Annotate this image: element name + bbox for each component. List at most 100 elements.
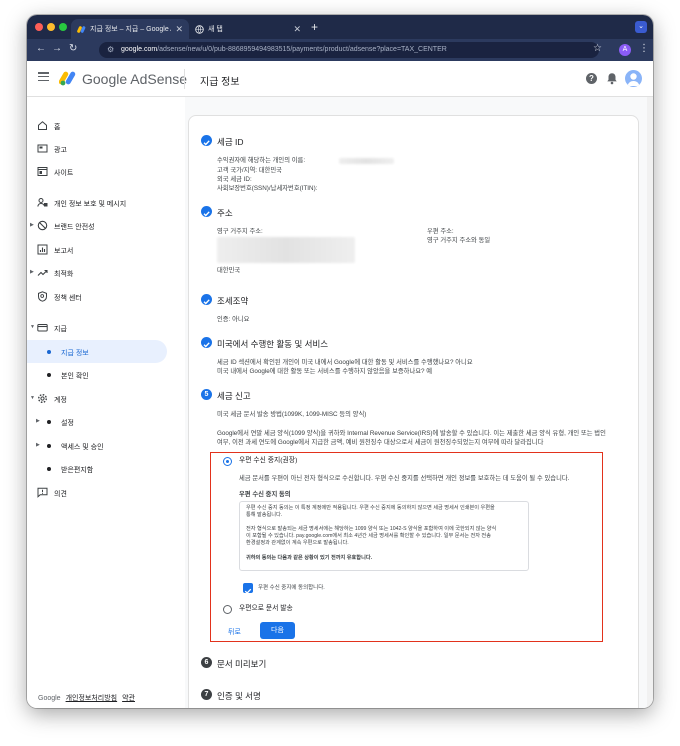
consent-checkbox-label[interactable]: 우편 수신 중지에 동의합니다.: [258, 584, 325, 593]
payee-name-label: 수익권자에 해당하는 개인의 이름:: [217, 157, 306, 164]
adsense-logo-icon: [58, 70, 77, 86]
expand-arrow-icon[interactable]: ▶: [36, 418, 40, 424]
page-title: 지급 정보: [200, 77, 240, 88]
step-number-badge: 6: [201, 657, 212, 668]
paperless-option-label[interactable]: 우편 수신 중지(권장): [239, 457, 297, 466]
sidebar-nav: 홈 광고 사이트 개인 정보 보호 및 메시지 ▶ 브랜드 안전성 보고서 ▶ …: [27, 97, 185, 708]
step-number-badge: 5: [201, 389, 212, 400]
page-scrollbar[interactable]: [647, 97, 653, 708]
site-info-icon[interactable]: ⚙: [107, 42, 114, 58]
sidebar-item-label: 사이트: [54, 170, 74, 177]
country-line: 고객 국가/지역: 대한민국: [217, 167, 282, 174]
close-tab-icon[interactable]: ✕: [175, 24, 183, 35]
sidebar-item-privacy[interactable]: 개인 정보 보호 및 메시지: [27, 191, 167, 214]
sidebar-footer: Google 개인정보처리방침 약관: [38, 693, 140, 703]
chevron-down-icon[interactable]: ⌄: [635, 21, 647, 33]
header-divider: [184, 69, 185, 89]
bullet: [47, 420, 51, 424]
consent-checkbox[interactable]: [243, 583, 253, 594]
home-icon: [37, 120, 48, 131]
sidebar-item-reports[interactable]: 보고서: [27, 238, 167, 261]
sidebar-item-home[interactable]: 홈: [27, 114, 167, 137]
block-icon: [37, 220, 48, 231]
privacy-policy-link[interactable]: 개인정보처리방침: [66, 695, 118, 702]
next-button[interactable]: 다음: [260, 622, 295, 639]
sidebar-item-account[interactable]: ▼ 계정: [27, 387, 167, 410]
new-tab-icon[interactable]: +: [311, 20, 318, 34]
sidebar-item-brand-safety[interactable]: ▶ 브랜드 안전성: [27, 214, 167, 237]
consent-paragraph: 귀하의 동의는 다음과 같은 상황이 있기 전까지 유효합니다.: [246, 555, 373, 561]
sidebar-item-label: 액세스 및 승인: [61, 444, 104, 451]
sidebar-item-label: 홈: [54, 124, 61, 131]
paperless-radio[interactable]: [223, 457, 232, 466]
collapse-arrow-icon[interactable]: ▼: [30, 324, 35, 330]
sidebar-item-optimize[interactable]: ▶ 최적화: [27, 261, 167, 284]
bell-icon[interactable]: [606, 72, 618, 85]
mail-option-label[interactable]: 우편으로 문서 발송: [239, 605, 293, 614]
step-title-tax-id[interactable]: 세금 ID: [217, 136, 244, 148]
close-window-dot[interactable]: [35, 23, 43, 31]
redacted-address: [217, 237, 355, 263]
sidebar-item-settings[interactable]: ▶ 설정: [27, 410, 167, 433]
sidebar-item-verification[interactable]: 본인 확인: [27, 363, 167, 386]
sites-icon: [37, 166, 48, 177]
sidebar-item-policy[interactable]: 정책 센터: [27, 285, 167, 308]
bookmark-star-icon[interactable]: ☆: [593, 43, 602, 54]
browser-menu-icon[interactable]: ⋮: [639, 43, 649, 54]
minimize-window-dot[interactable]: [47, 23, 55, 31]
paperless-option-desc: 세금 문서를 우편이 아닌 전자 형식으로 수신합니다. 우편 수신 중지를 선…: [239, 475, 570, 482]
app-header: Google AdSense 지급 정보 ?: [27, 61, 653, 97]
back-arrow-icon[interactable]: ←: [36, 43, 46, 54]
step-title-us-activity[interactable]: 미국에서 수행한 활동 및 서비스: [217, 338, 328, 350]
permanent-address-label: 영구 거주지 주소:: [217, 228, 263, 235]
step-title-treaty[interactable]: 조세조약: [217, 295, 248, 307]
zoom-window-dot[interactable]: [59, 23, 67, 31]
sidebar-item-feedback[interactable]: 의견: [27, 481, 167, 504]
sidebar-item-payment-info[interactable]: 지급 정보: [27, 340, 167, 363]
sidebar-item-label: 정책 센터: [54, 295, 82, 302]
tab-title: 새 탭: [208, 26, 223, 33]
sidebar-item-label: 지급: [54, 326, 67, 333]
back-button[interactable]: 뒤로: [228, 627, 241, 637]
bullet: [47, 467, 51, 471]
policy-icon: [37, 291, 48, 302]
close-tab-icon[interactable]: ✕: [293, 24, 301, 35]
url-bar[interactable]: ⚙ google.com/adsense/new/u/0/pub-8868959…: [99, 42, 599, 58]
sidebar-item-sites[interactable]: 사이트: [27, 160, 167, 183]
brand-name[interactable]: Google AdSense: [82, 71, 187, 87]
consent-text-box[interactable]: 우편 수신 중지 동의는 이 특정 계정에만 적용됩니다. 우편 수신 중지에 …: [239, 501, 529, 571]
mailing-address-value: 영구 거주지 주소와 동일: [427, 237, 491, 244]
profile-avatar[interactable]: A: [619, 44, 631, 56]
sidebar-item-inbox[interactable]: 받은편지함: [27, 457, 167, 480]
bullet: [47, 373, 51, 377]
help-icon[interactable]: ?: [586, 73, 597, 84]
adsense-favicon-icon: [77, 25, 86, 34]
sidebar-item-access[interactable]: ▶ 액세스 및 승인: [27, 434, 167, 457]
permanent-address-country: 대한민국: [217, 267, 241, 274]
account-avatar[interactable]: [625, 70, 642, 87]
trending-icon: [37, 267, 48, 278]
mail-radio[interactable]: [223, 605, 232, 614]
ssn-itin-line: 사회보장번호(SSN)/납세자번호(ITIN):: [217, 185, 318, 192]
browser-tab-new[interactable]: 새 탭 ✕: [189, 19, 307, 39]
step-title-preview: 문서 미리보기: [217, 659, 267, 669]
hamburger-menu-icon[interactable]: [38, 72, 49, 82]
expand-arrow-icon[interactable]: ▶: [36, 442, 40, 448]
step-title-tax-report: 세금 신고: [217, 391, 251, 401]
completed-check-icon: [201, 337, 212, 348]
browser-tab-adsense[interactable]: 지급 정보 – 지급 – Google AdSe ✕: [71, 19, 189, 39]
step-title-address[interactable]: 주소: [217, 207, 233, 219]
collapse-arrow-icon[interactable]: ▼: [30, 395, 35, 401]
sidebar-item-ads[interactable]: 광고: [27, 137, 167, 160]
terms-link[interactable]: 약관: [122, 695, 135, 702]
browser-window: 지급 정보 – 지급 – Google AdSe ✕ 새 탭 ✕ + ⌄ ← →…: [27, 15, 653, 708]
sidebar-item-label: 브랜드 안전성: [54, 224, 95, 231]
forward-arrow-icon[interactable]: →: [52, 43, 62, 54]
expand-arrow-icon[interactable]: ▶: [30, 222, 34, 228]
reload-icon[interactable]: ↻: [69, 43, 77, 54]
expand-arrow-icon[interactable]: ▶: [30, 269, 34, 275]
mailing-address-label: 우편 주소:: [427, 228, 454, 235]
sidebar-item-payments[interactable]: ▼ 지급: [27, 316, 167, 339]
completed-check-icon: [201, 135, 212, 146]
sidebar-item-label: 설정: [61, 420, 74, 427]
